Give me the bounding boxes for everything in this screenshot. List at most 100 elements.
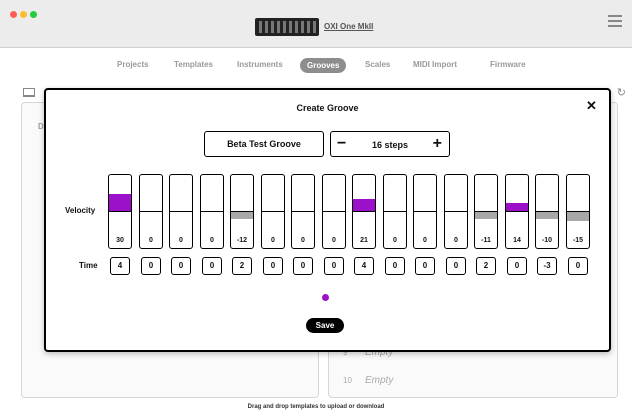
- time-offset-field[interactable]: 0: [446, 257, 466, 275]
- time-row-label: Time: [79, 261, 98, 270]
- nav-tab-scales[interactable]: Scales: [365, 60, 390, 69]
- velocity-fill: [353, 199, 375, 211]
- velocity-value: 21: [360, 237, 368, 244]
- time-offset-field[interactable]: 4: [110, 257, 130, 275]
- velocity-value: 0: [454, 237, 458, 244]
- velocity-value: 0: [423, 237, 427, 244]
- zero-line: [140, 211, 162, 212]
- velocity-slider[interactable]: -15: [566, 174, 590, 249]
- velocity-value: -15: [572, 237, 584, 244]
- slot-number: 10: [343, 376, 352, 385]
- velocity-value: 0: [149, 237, 153, 244]
- velocity-fill: [475, 211, 497, 219]
- time-offset-field[interactable]: 0: [507, 257, 527, 275]
- zero-line: [445, 211, 467, 212]
- time-offset-field[interactable]: 0: [293, 257, 313, 275]
- nav-tab-firmware[interactable]: Firmware: [490, 60, 526, 69]
- laptop-icon: [23, 88, 35, 97]
- time-offset-field[interactable]: 0: [141, 257, 161, 275]
- velocity-slider[interactable]: 0: [291, 174, 315, 249]
- velocity-value: 14: [513, 237, 521, 244]
- velocity-value: 0: [301, 237, 305, 244]
- refresh-icon[interactable]: ↻: [617, 86, 626, 99]
- velocity-fill: [536, 211, 558, 219]
- velocity-fill: [109, 194, 131, 211]
- zero-line: [170, 211, 192, 212]
- time-offset-field[interactable]: 0: [171, 257, 191, 275]
- time-offset-field[interactable]: 0: [202, 257, 222, 275]
- minimize-window-button[interactable]: [20, 11, 27, 18]
- time-offset-field[interactable]: 0: [415, 257, 435, 275]
- time-offset-field[interactable]: -3: [537, 257, 557, 275]
- zero-line: [292, 211, 314, 212]
- nav-tab-midi-import[interactable]: MIDI Import: [413, 60, 457, 69]
- nav-tab-grooves[interactable]: Grooves: [300, 58, 347, 73]
- velocity-slider[interactable]: 0: [383, 174, 407, 249]
- slot-name: Empty: [365, 375, 394, 386]
- velocity-value: -11: [481, 237, 491, 244]
- velocity-value: 0: [271, 237, 275, 244]
- zero-line: [109, 211, 131, 212]
- nav-tab-instruments[interactable]: Instruments: [237, 60, 283, 69]
- zero-line: [231, 211, 253, 212]
- time-offset-field[interactable]: 2: [476, 257, 496, 275]
- velocity-value: 0: [210, 237, 214, 244]
- velocity-slider[interactable]: 30: [108, 174, 132, 249]
- velocity-value: -10: [541, 237, 553, 244]
- velocity-slider[interactable]: 21: [352, 174, 376, 249]
- time-offset-field[interactable]: 4: [354, 257, 374, 275]
- velocity-fill: [567, 211, 589, 221]
- velocity-value: 0: [332, 237, 336, 244]
- velocity-slider[interactable]: -12: [230, 174, 254, 249]
- groove-steps-grid: 30 4 0 0 0 0 0 0 -12 2 0 0 0 0 0 0 21 4 0 0 0 0 0 0 -11 2 14 0 -10 -3…: [108, 174, 592, 284]
- groove-name-field[interactable]: Beta Test Groove: [204, 131, 324, 157]
- velocity-slider[interactable]: 14: [505, 174, 529, 249]
- velocity-slider[interactable]: 0: [261, 174, 285, 249]
- footer-hint: Drag and drop templates to upload or dow…: [247, 404, 385, 410]
- zero-line: [536, 211, 558, 212]
- increase-steps-button[interactable]: +: [433, 135, 442, 153]
- hamburger-menu-icon[interactable]: [608, 14, 622, 28]
- steps-stepper: − 16 steps +: [330, 131, 450, 157]
- device-name-link[interactable]: OXI One MkII: [324, 22, 373, 31]
- list-item[interactable]: 10 Empty: [343, 375, 393, 386]
- create-groove-dialog: Create Groove ✕ Beta Test Groove − 16 st…: [44, 88, 611, 352]
- velocity-slider[interactable]: 0: [169, 174, 193, 249]
- nav-tab-templates[interactable]: Templates: [174, 60, 213, 69]
- velocity-slider[interactable]: 0: [444, 174, 468, 249]
- velocity-fill: [231, 211, 253, 219]
- zoom-window-button[interactable]: [30, 11, 37, 18]
- time-offset-field[interactable]: 0: [324, 257, 344, 275]
- velocity-fill: [506, 203, 528, 211]
- velocity-slider[interactable]: 0: [413, 174, 437, 249]
- close-window-button[interactable]: [10, 11, 17, 18]
- zero-line: [506, 211, 528, 212]
- velocity-slider[interactable]: -11: [474, 174, 498, 249]
- velocity-slider[interactable]: 0: [322, 174, 346, 249]
- zero-line: [353, 211, 375, 212]
- velocity-slider[interactable]: 0: [139, 174, 163, 249]
- time-offset-field[interactable]: 0: [263, 257, 283, 275]
- page-indicator-dot: [322, 294, 329, 301]
- velocity-slider[interactable]: -10: [535, 174, 559, 249]
- time-offset-field[interactable]: 0: [385, 257, 405, 275]
- time-offset-field[interactable]: 0: [568, 257, 588, 275]
- panel-heading: D: [38, 122, 44, 131]
- save-button[interactable]: Save: [306, 318, 344, 333]
- time-offset-field[interactable]: 2: [232, 257, 252, 275]
- steps-count-label: 16 steps: [371, 140, 409, 150]
- zero-line: [262, 211, 284, 212]
- title-bar: OXI One MkII: [0, 0, 632, 48]
- device-image-icon: [255, 18, 319, 36]
- nav-tab-projects[interactable]: Projects: [117, 60, 149, 69]
- velocity-value: 30: [116, 237, 124, 244]
- velocity-value: -12: [236, 237, 248, 244]
- app-window: OXI One MkII Projects Templates Instrume…: [0, 0, 632, 416]
- zero-line: [384, 211, 406, 212]
- zero-line: [567, 211, 589, 212]
- velocity-slider[interactable]: 0: [200, 174, 224, 249]
- dialog-title: Create Groove: [296, 103, 359, 113]
- close-dialog-icon[interactable]: ✕: [586, 99, 597, 112]
- velocity-value: 0: [179, 237, 183, 244]
- velocity-row-label: Velocity: [65, 206, 96, 215]
